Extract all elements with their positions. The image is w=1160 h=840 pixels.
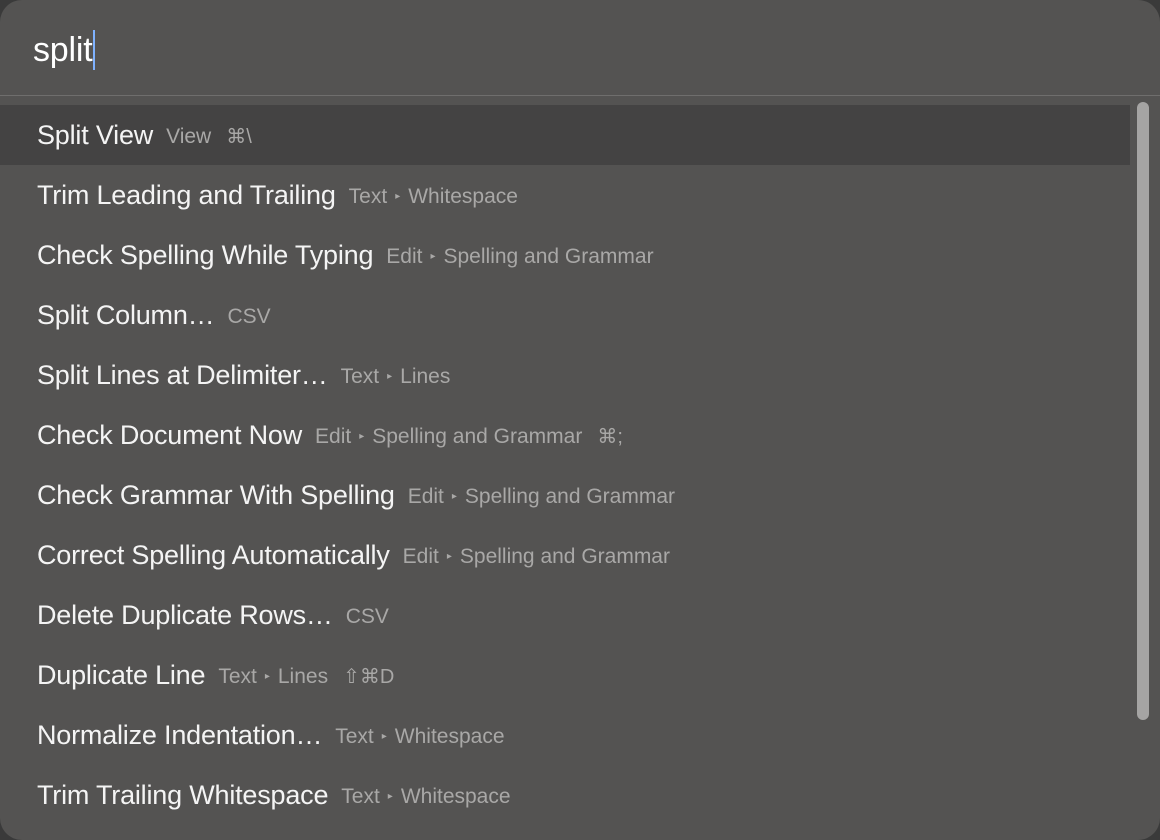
path-segment: CSV — [227, 304, 271, 328]
path-separator-icon: ▸ — [387, 791, 393, 802]
search-bar[interactable]: split — [0, 0, 1160, 96]
path-segment: Text — [335, 724, 374, 748]
result-title: Trim Trailing Whitespace — [37, 779, 329, 810]
search-query: split — [33, 30, 93, 69]
path-segment: Text — [218, 664, 257, 688]
result-row[interactable]: Check Spelling While Typing Edit ▸ Spelling… — [0, 225, 1130, 285]
scrollbar[interactable] — [1137, 102, 1149, 720]
result-menu-path: Edit ▸ Spelling and Grammar — [403, 542, 670, 569]
result-row[interactable]: Trim Trailing Whitespace Text ▸ Whitespace — [0, 765, 1130, 825]
result-menu-path: CSV — [346, 602, 389, 629]
path-separator-icon: ▸ — [264, 671, 270, 682]
result-title: Delete Duplicate Rows… — [37, 599, 333, 630]
result-menu-path: Text ▸ Whitespace — [341, 782, 510, 809]
result-row[interactable]: Correct Spelling Automatically Edit ▸ Spell… — [0, 525, 1130, 585]
path-segment: Whitespace — [408, 184, 518, 208]
keyboard-shortcut: ⇧⌘D — [343, 666, 395, 688]
result-title: Split Lines at Delimiter… — [37, 359, 328, 390]
result-row[interactable]: Trim Leading and Trailing Text ▸ Whitespace — [0, 165, 1130, 225]
result-row[interactable]: Split Lines at Delimiter… Text ▸ Lines — [0, 345, 1130, 405]
path-segment: Spelling and Grammar — [459, 544, 670, 568]
result-menu-path: Text ▸ Lines — [341, 362, 451, 389]
path-segment: Text — [348, 184, 388, 208]
result-menu-path: CSV — [227, 302, 270, 329]
result-row[interactable]: Normalize Indentation… Text ▸ Whitespace — [0, 705, 1130, 765]
path-segment: Spelling and Grammar — [443, 244, 654, 268]
path-separator-icon: ▸ — [446, 551, 452, 562]
result-title: Normalize Indentation… — [37, 719, 323, 750]
result-menu-path: Text ▸ Lines ⇧⌘D — [218, 661, 394, 689]
result-title: Duplicate Line — [37, 659, 206, 690]
result-title: Check Spelling While Typing — [37, 239, 374, 270]
text-caret — [93, 30, 96, 70]
path-separator-icon: ▸ — [430, 251, 436, 262]
result-row[interactable]: Split Column… CSV — [0, 285, 1130, 345]
keyboard-shortcut: ⌘\ — [226, 126, 252, 148]
result-row[interactable]: Delete Duplicate Rows… CSV — [0, 585, 1130, 645]
result-title: Split Column… — [37, 299, 215, 330]
result-title: Split View — [37, 119, 154, 150]
keyboard-shortcut: ⌘; — [597, 426, 623, 448]
result-title: Correct Spelling Automatically — [37, 539, 390, 570]
path-segment: Whitespace — [394, 724, 505, 748]
result-row[interactable]: Check Grammar With Spelling Edit ▸ Spelling… — [0, 465, 1130, 525]
result-menu-path: Text ▸ Whitespace — [349, 182, 518, 209]
result-menu-path: Edit ▸ Spelling and Grammar — [386, 242, 653, 269]
result-title: Trim Leading and Trailing — [37, 179, 336, 210]
scrollbar-thumb[interactable] — [1137, 102, 1149, 720]
path-segment: Lines — [400, 364, 451, 388]
path-segment: Edit — [315, 424, 352, 448]
path-separator-icon: ▸ — [381, 731, 387, 742]
path-segment: Whitespace — [400, 784, 511, 808]
path-segment: Text — [340, 364, 380, 388]
path-segment: Lines — [277, 664, 329, 688]
path-segment: Spelling and Grammar — [372, 424, 583, 448]
command-palette: split Split View View ⌘\ Trim Leading and T… — [0, 0, 1160, 840]
result-row[interactable]: Duplicate Line Text ▸ Lines ⇧⌘D — [0, 645, 1130, 705]
path-segment: Edit — [386, 244, 423, 268]
result-title: Check Document Now — [37, 419, 303, 450]
result-menu-path: Text ▸ Whitespace — [335, 722, 504, 749]
result-row[interactable]: Split View View ⌘\ — [0, 105, 1130, 165]
results-list: Split View View ⌘\ Trim Leading and Trailin… — [0, 105, 1130, 825]
result-menu-path: View ⌘\ — [166, 121, 252, 149]
path-separator-icon: ▸ — [395, 191, 401, 202]
path-separator-icon: ▸ — [387, 371, 393, 382]
path-segment: Edit — [407, 484, 444, 508]
path-separator-icon: ▸ — [359, 431, 365, 442]
path-segment: Edit — [402, 544, 439, 568]
path-segment: CSV — [345, 604, 389, 628]
path-segment: Text — [341, 784, 380, 808]
path-segment: Spelling and Grammar — [464, 484, 676, 508]
path-separator-icon: ▸ — [451, 491, 457, 502]
search-input[interactable]: split — [33, 27, 96, 73]
path-segment: View — [166, 124, 212, 148]
result-row[interactable]: Check Document Now Edit ▸ Spelling and Gram… — [0, 405, 1130, 465]
result-title: Check Grammar With Spelling — [37, 479, 395, 510]
result-menu-path: Edit ▸ Spelling and Grammar — [408, 482, 675, 509]
result-menu-path: Edit ▸ Spelling and Grammar ⌘; — [315, 421, 623, 449]
